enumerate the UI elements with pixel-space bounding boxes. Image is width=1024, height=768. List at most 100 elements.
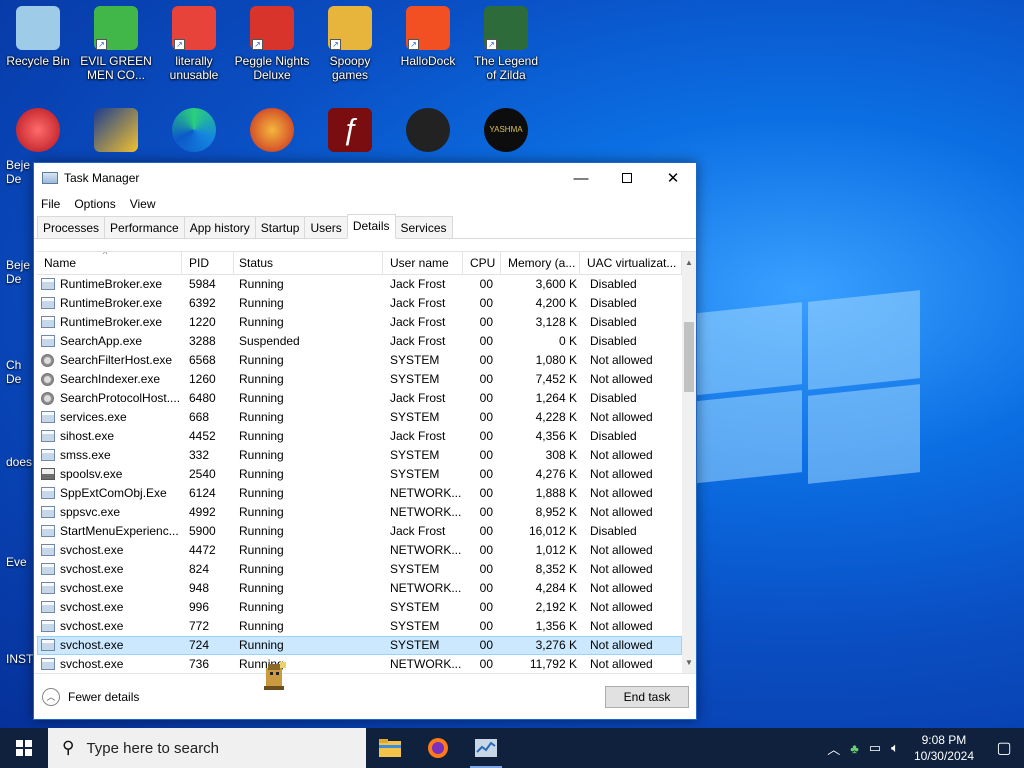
- col-header-user[interactable]: User name: [383, 252, 463, 275]
- end-task-button[interactable]: End task: [605, 686, 689, 708]
- tab-services[interactable]: Services: [394, 216, 453, 238]
- table-row[interactable]: RuntimeBroker.exe 6392 Running Jack Frost 00…: [37, 294, 682, 313]
- minimize-button[interactable]: —: [558, 163, 604, 193]
- taskbar-task-manager[interactable]: [462, 728, 510, 768]
- maximize-button[interactable]: [604, 163, 650, 193]
- table-row[interactable]: svchost.exe 824 Running SYSTEM 00 8,352 K Not …: [37, 560, 682, 579]
- desktop-icon-label: HalloDock: [400, 54, 456, 68]
- fewer-details-button[interactable]: ︿ Fewer details: [42, 688, 139, 706]
- desktop-icon[interactable]: ↗ HalloDock: [390, 6, 466, 68]
- desktop-icon[interactable]: ↗ literally unusable: [156, 6, 232, 82]
- desktop-icon-peggle[interactable]: [234, 108, 310, 156]
- cell-pid: 6124: [189, 486, 216, 500]
- desktop-app-icon: ↗: [484, 6, 528, 50]
- cell-mem: 16,012 K: [528, 524, 577, 538]
- desktop-icon[interactable]: ↗ Peggle Nights Deluxe: [234, 6, 310, 82]
- title-bar[interactable]: Task Manager — ✕: [34, 163, 696, 193]
- cell-name: RuntimeBroker.exe: [60, 315, 163, 329]
- scroll-thumb[interactable]: [684, 322, 694, 392]
- desktop-icon-label: Ch De: [6, 358, 22, 386]
- cell-cpu: 00: [479, 562, 493, 576]
- cell-uac: Not allowed: [590, 543, 653, 557]
- desktop-icon-bejeweled[interactable]: [0, 108, 76, 156]
- menu-file[interactable]: File: [41, 197, 60, 211]
- col-header-memory[interactable]: Memory (a...: [501, 252, 580, 275]
- table-row[interactable]: svchost.exe 948 Running NETWORK... 00 4,284 K…: [37, 579, 682, 598]
- col-header-status[interactable]: Status: [232, 252, 383, 275]
- table-row[interactable]: svchost.exe 724 Running SYSTEM 00 3,276 K Not …: [37, 636, 682, 655]
- taskbar-search-box[interactable]: ⚲ Type here to search: [48, 728, 366, 768]
- volume-icon[interactable]: 🔈︎: [891, 740, 899, 756]
- search-placeholder: Type here to search: [86, 739, 220, 757]
- desktop-icon-flash[interactable]: ƒ: [312, 108, 388, 156]
- table-row[interactable]: SearchApp.exe 3288 Suspended Jack Frost 00 0 …: [37, 332, 682, 351]
- col-header-pid[interactable]: PID: [182, 252, 234, 275]
- table-row[interactable]: SearchIndexer.exe 1260 Running SYSTEM 00 7,45…: [37, 370, 682, 389]
- table-row[interactable]: RuntimeBroker.exe 5984 Running Jack Frost 00…: [37, 275, 682, 294]
- menu-options[interactable]: Options: [74, 197, 115, 211]
- process-window-icon: [41, 544, 55, 556]
- desktop-icon-yashma[interactable]: YASHMA: [468, 108, 544, 156]
- close-button[interactable]: ✕: [650, 163, 696, 193]
- tab-details[interactable]: Details: [346, 214, 396, 239]
- cell-uac: Not allowed: [590, 562, 653, 576]
- table-row[interactable]: svchost.exe 736 Running NETWORK... 00 11,792 …: [37, 655, 682, 673]
- cell-uac: Disabled: [590, 315, 637, 329]
- task-manager-window[interactable]: Task Manager — ✕ File Options View Proce…: [33, 162, 697, 720]
- app-tray-icon[interactable]: ♣: [850, 741, 859, 756]
- start-button[interactable]: [0, 728, 48, 768]
- scroll-down-icon[interactable]: ▼: [682, 656, 696, 670]
- desktop-icon-dock[interactable]: [390, 108, 466, 156]
- table-row[interactable]: spoolsv.exe 2540 Running SYSTEM 00 4,276 K Not…: [37, 465, 682, 484]
- cell-uac: Not allowed: [590, 505, 653, 519]
- table-row[interactable]: RuntimeBroker.exe 1220 Running Jack Frost 00…: [37, 313, 682, 332]
- taskbar-firefox[interactable]: [414, 728, 462, 768]
- cell-name: svchost.exe: [60, 638, 124, 652]
- table-row[interactable]: sppsvc.exe 4992 Running NETWORK... 00 8,952 K…: [37, 503, 682, 522]
- network-icon[interactable]: ▭: [869, 740, 881, 756]
- table-row[interactable]: SearchProtocolHost.... 6480 Running Jack Fr…: [37, 389, 682, 408]
- desktop-icon[interactable]: ↗ Spoopy games: [312, 6, 388, 82]
- clock[interactable]: 9:08 PM 10/30/2024: [914, 732, 974, 764]
- desktop-icon[interactable]: Recycle Bin: [0, 6, 76, 68]
- col-header-uac[interactable]: UAC virtualizat...: [580, 252, 682, 275]
- tab-processes[interactable]: Processes: [37, 216, 106, 238]
- cell-name: svchost.exe: [60, 562, 124, 576]
- table-header: ^ Name PID Status User name CPU Memory (…: [37, 252, 696, 275]
- chevron-up-tray-icon[interactable]: ︿: [827, 739, 840, 758]
- table-row[interactable]: smss.exe 332 Running SYSTEM 00 308 K Not allow…: [37, 446, 682, 465]
- col-header-cpu[interactable]: CPU: [463, 252, 501, 275]
- vertical-scrollbar[interactable]: ▲ ▼: [682, 252, 696, 673]
- tab-app-history[interactable]: App history: [183, 216, 256, 238]
- tab-users[interactable]: Users: [304, 216, 348, 238]
- desktop-icon-mp3[interactable]: [78, 108, 154, 156]
- tab-performance[interactable]: Performance: [104, 216, 185, 238]
- cell-mem: 308 K: [545, 448, 577, 462]
- table-row[interactable]: SppExtComObj.Exe 6124 Running NETWORK... 00 1…: [37, 484, 682, 503]
- table-row[interactable]: StartMenuExperienc... 5900 Running Jack Fro…: [37, 522, 682, 541]
- cell-pid: 824: [189, 562, 210, 576]
- scroll-up-icon[interactable]: ▲: [682, 256, 696, 270]
- cell-status: Running: [239, 543, 284, 557]
- tab-startup[interactable]: Startup: [254, 216, 306, 238]
- notifications-button[interactable]: ▢: [984, 728, 1024, 768]
- process-window-icon: [41, 449, 55, 461]
- menu-view[interactable]: View: [130, 197, 156, 211]
- table-row[interactable]: services.exe 668 Running SYSTEM 00 4,228 K Not…: [37, 408, 682, 427]
- taskbar-file-explorer[interactable]: [366, 728, 414, 768]
- table-row[interactable]: svchost.exe 772 Running SYSTEM 00 1,356 K Not …: [37, 617, 682, 636]
- process-window-icon: [41, 297, 55, 309]
- desktop-icon-edge[interactable]: [156, 108, 232, 156]
- maximize-icon: [622, 173, 632, 183]
- table-row[interactable]: sihost.exe 4452 Running Jack Frost 00 4,356 K…: [37, 427, 682, 446]
- table-row[interactable]: svchost.exe 996 Running SYSTEM 00 2,192 K Not …: [37, 598, 682, 617]
- cell-user: NETWORK...: [390, 581, 462, 595]
- cell-cpu: 00: [479, 619, 493, 633]
- col-header-name[interactable]: Name: [37, 252, 182, 275]
- cell-name: svchost.exe: [60, 657, 124, 671]
- desktop-icon[interactable]: ↗ EVIL GREEN MEN CO...: [78, 6, 154, 82]
- fewer-details-label: Fewer details: [68, 690, 140, 704]
- table-row[interactable]: SearchFilterHost.exe 6568 Running SYSTEM 00 1…: [37, 351, 682, 370]
- table-row[interactable]: svchost.exe 4472 Running NETWORK... 00 1,012 …: [37, 541, 682, 560]
- desktop-icon[interactable]: ↗ The Legend of Zilda: [468, 6, 544, 82]
